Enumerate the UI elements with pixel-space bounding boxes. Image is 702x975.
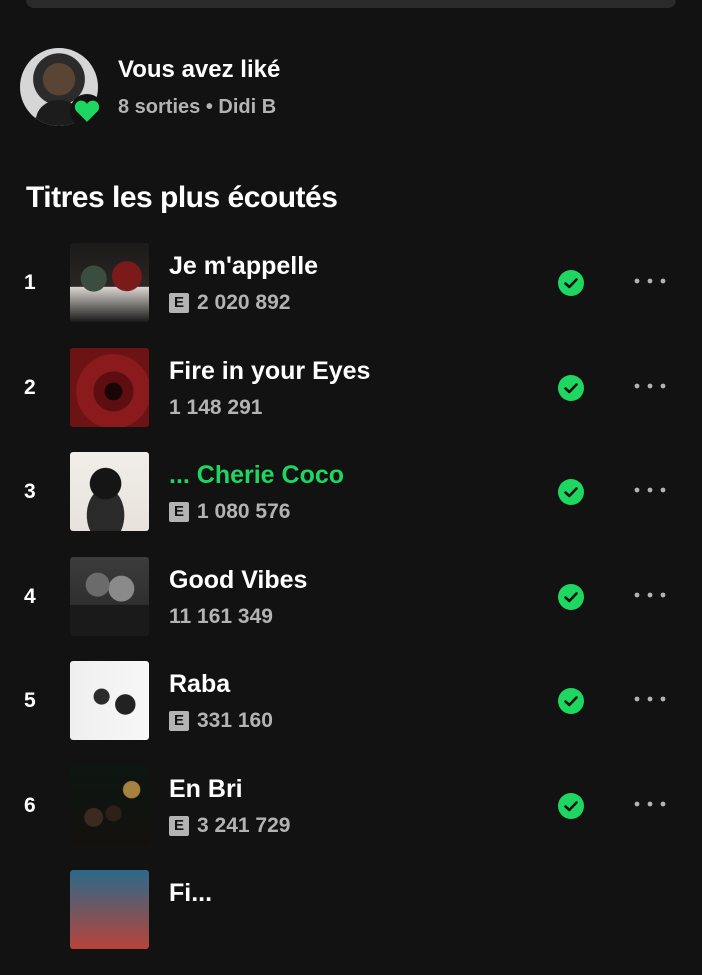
track-cover <box>70 243 149 322</box>
downloaded-icon <box>558 688 584 714</box>
track-row[interactable]: Fi... <box>0 870 702 975</box>
explicit-badge: E <box>169 815 189 836</box>
track-rank: 6 <box>24 793 36 817</box>
track-meta: E 2 020 892 <box>169 291 290 315</box>
more-options-icon[interactable] <box>630 271 670 291</box>
downloaded-icon <box>558 792 584 819</box>
play-count: 1 080 576 <box>197 500 291 523</box>
section-title: Titres les plus écoutés <box>26 181 338 214</box>
heart-badge <box>70 94 104 128</box>
avatar <box>20 48 104 128</box>
track-row[interactable]: 4 Good Vibes 11 161 349 <box>0 556 702 662</box>
track-rank: 4 <box>24 584 36 608</box>
more-options-icon[interactable] <box>630 794 670 814</box>
play-count: 2 020 892 <box>197 291 291 314</box>
downloaded-icon <box>558 479 584 505</box>
track-cover <box>70 765 149 845</box>
downloaded-icon <box>558 270 584 296</box>
track-title: Je m'appelle <box>169 252 319 280</box>
track-row[interactable]: 3 ... Cherie Coco E 1 080 576 <box>0 452 702 557</box>
track-row[interactable]: 1 Je m'appelle E 2 020 892 <box>0 243 702 348</box>
track-rank: 1 <box>24 271 36 294</box>
track-meta: E 331 160 <box>169 709 273 733</box>
track-title: Raba <box>169 670 231 698</box>
track-cover <box>70 347 149 427</box>
play-count: 1 148 291 <box>169 395 263 419</box>
track-row[interactable]: 5 Raba E 331 160 <box>0 661 702 766</box>
liked-subtitle: 8 sorties • Didi B <box>118 96 277 118</box>
track-rank: 2 <box>24 375 36 399</box>
track-title: Good Vibes <box>169 565 308 594</box>
track-cover <box>70 870 149 949</box>
more-options-icon[interactable] <box>630 376 670 396</box>
liked-songs-banner[interactable]: Vous avez liké 8 sorties • Didi B <box>20 48 281 128</box>
explicit-badge: E <box>169 502 189 522</box>
track-cover <box>70 661 149 740</box>
play-count: 3 241 729 <box>197 813 291 837</box>
search-bar-edge[interactable] <box>26 0 676 8</box>
track-rank: 3 <box>24 480 36 503</box>
track-title: Fire in your Eyes <box>169 356 371 385</box>
more-options-icon[interactable] <box>630 585 670 605</box>
track-title: ... Cherie Coco <box>169 461 345 489</box>
track-rank: 5 <box>24 689 36 712</box>
track-title: Fi... <box>169 879 213 907</box>
play-count: 11 161 349 <box>169 604 273 628</box>
track-row[interactable]: 6 En Bri E 3 241 729 <box>0 765 702 871</box>
downloaded-icon <box>558 583 584 610</box>
track-cover <box>70 452 149 531</box>
track-meta: 1 148 291 <box>169 396 262 420</box>
track-title: En Bri <box>169 774 243 803</box>
play-count: 331 160 <box>197 709 273 732</box>
explicit-badge: E <box>169 711 189 731</box>
track-cover <box>70 556 149 636</box>
track-meta: E 3 241 729 <box>169 814 290 838</box>
explicit-badge: E <box>169 293 189 313</box>
track-row[interactable]: 2 Fire in your Eyes 1 148 291 <box>0 347 702 453</box>
track-meta: E 1 080 576 <box>169 500 290 524</box>
track-list: 1 Je m'appelle E 2 020 892 2 Fire in your Eye… <box>0 243 702 975</box>
track-meta: 11 161 349 <box>169 605 273 629</box>
more-options-icon[interactable] <box>630 689 670 709</box>
liked-title: Vous avez liké <box>118 56 281 83</box>
downloaded-icon <box>558 374 584 401</box>
heart-icon <box>74 100 100 122</box>
more-options-icon[interactable] <box>630 480 670 500</box>
